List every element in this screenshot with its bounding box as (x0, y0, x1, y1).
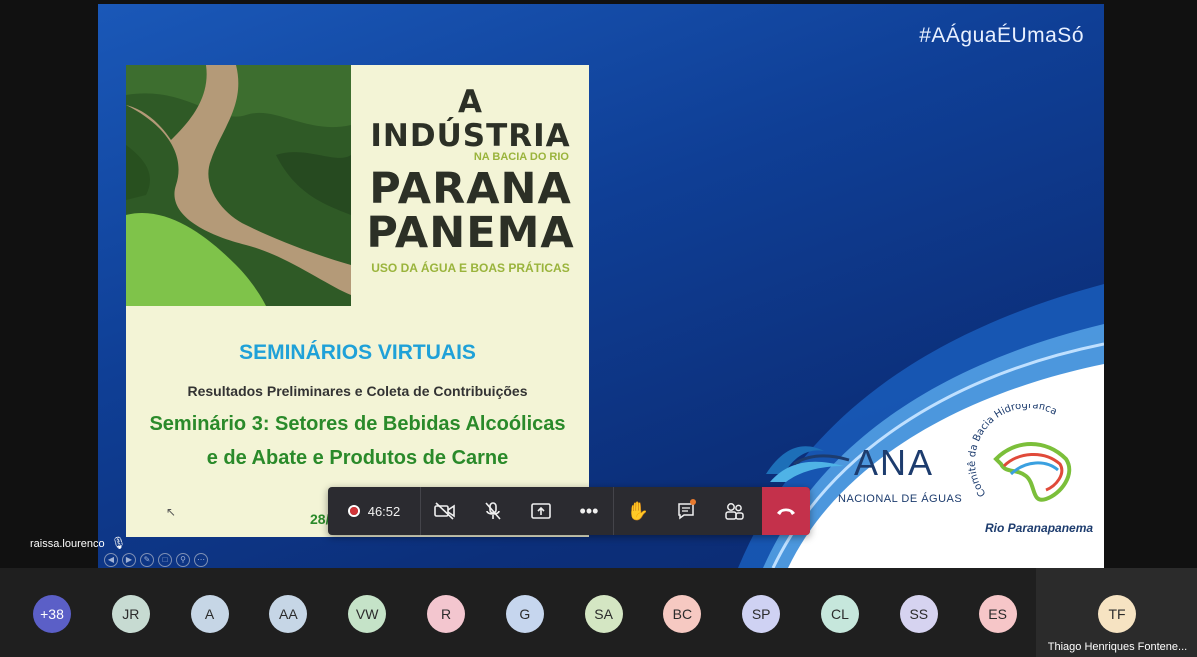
comite-arc-text: Comitê da Bacia Hidrográfica (966, 404, 1059, 499)
participant-initials: A (204, 606, 215, 622)
participant-initials: ES (988, 606, 1007, 622)
more-participants-badge[interactable]: +38 (33, 595, 71, 633)
book-title-line5: USO DA ÁGUA E BOAS PRÁTICAS (371, 261, 570, 275)
seminar-subtitle: Resultados Preliminares e Coleta de Cont… (187, 383, 528, 399)
participant-avatar[interactable]: R (427, 595, 465, 633)
participant-initials: G (519, 606, 531, 622)
meeting-toolbar: 46:52 ••• ✋ (328, 487, 810, 535)
participant-avatar[interactable]: JR (111, 595, 150, 633)
seminar-title: SEMINÁRIOS VIRTUAIS (239, 341, 476, 364)
participants-icon[interactable] (710, 487, 758, 535)
shared-screen-area: #AÁguaÉUmaSó A INDÚSTRIA NA BACIA DO RIO… (0, 0, 1197, 568)
record-icon (347, 505, 360, 517)
svg-text:Comitê da Bacia Hidrográfica: Comitê da Bacia Hidrográfica (966, 404, 1059, 499)
camera-off-icon[interactable] (421, 487, 469, 535)
participant-initials: SA (594, 606, 613, 622)
mic-off-icon[interactable] (469, 487, 517, 535)
chat-notification-dot (690, 499, 696, 505)
share-screen-icon[interactable] (517, 487, 565, 535)
participant-initials: CL (831, 606, 849, 622)
comite-river-text: Rio Paranapanema (985, 521, 1094, 535)
ana-logo-subtitle: NACIONAL DE ÁGUAS (838, 493, 963, 505)
participant-initials: VW (355, 606, 379, 622)
river-aerial-photo (126, 65, 351, 306)
slide-prev-icon[interactable]: ◀ (104, 553, 118, 567)
participant-avatar[interactable]: SP (742, 595, 781, 633)
slide-more-icon[interactable]: ⋯ (194, 553, 208, 567)
participant-avatar[interactable]: ES (978, 595, 1017, 633)
mouse-cursor-icon: ↖ (166, 505, 177, 519)
participant-avatar[interactable]: SA (584, 595, 623, 633)
active-speaker-name: Thiago Henriques Fontene... (1047, 641, 1188, 653)
participant-initials: JR (122, 606, 140, 622)
ana-logo-text: ANA (854, 442, 935, 483)
raise-hand-icon[interactable]: ✋ (614, 487, 662, 535)
participant-avatar[interactable]: VW (348, 595, 387, 633)
active-speaker-avatar[interactable]: TF (1098, 595, 1136, 633)
slide-next-icon[interactable]: ▶ (122, 553, 136, 567)
participant-avatar[interactable]: CL (821, 595, 859, 633)
participant-initials: +38 (40, 606, 64, 622)
presenter-mic-off-icon: 🎙 (111, 536, 127, 550)
participant-initials: BC (672, 606, 693, 622)
hashtag-text: #AÁguaÉUmaSó (919, 24, 1084, 47)
participant-avatar[interactable]: A (190, 595, 229, 633)
slides-icon[interactable]: □ (158, 553, 172, 567)
book-title-line1: A INDÚSTRIA (370, 84, 571, 154)
presentation-slide: #AÁguaÉUmaSó A INDÚSTRIA NA BACIA DO RIO… (98, 4, 1104, 568)
more-options-icon[interactable]: ••• (565, 487, 613, 535)
hangup-button[interactable] (762, 487, 810, 535)
meeting-timer: 46:52 (367, 503, 401, 519)
book-title-line3: PARANA (369, 164, 572, 214)
participant-initials: SP (751, 606, 771, 622)
participant-avatar[interactable]: G (505, 595, 544, 633)
seminar-topic-line1: Seminário 3: Setores de Bebidas Alcoólic… (149, 413, 566, 435)
seminar-topic-line2: e de Abate e Produtos de Carne (206, 447, 509, 469)
book-title-block: A INDÚSTRIA NA BACIA DO RIO PARANA PANEM… (358, 85, 583, 275)
book-title-line4: PANEMA (366, 208, 575, 258)
presenter-name: raissa.lourenco (30, 538, 105, 550)
chat-icon[interactable] (662, 487, 710, 535)
ana-logo-icon (766, 446, 850, 482)
active-speaker-initials: TF (1108, 606, 1126, 622)
participant-initials: R (440, 606, 452, 622)
participant-initials: AA (279, 606, 298, 622)
zoom-icon[interactable]: ⚲ (176, 553, 190, 567)
participant-avatar[interactable]: SS (899, 595, 938, 633)
recording-indicator: 46:52 (328, 487, 420, 535)
pen-icon[interactable]: ✎ (140, 553, 154, 567)
participant-initials: SS (909, 606, 929, 622)
phone-hangup-icon (777, 508, 795, 515)
slide-controls: ◀ ▶ ✎ □ ⚲ ⋯ (104, 553, 208, 567)
book-cover: A INDÚSTRIA NA BACIA DO RIO PARANA PANEM… (126, 65, 589, 537)
